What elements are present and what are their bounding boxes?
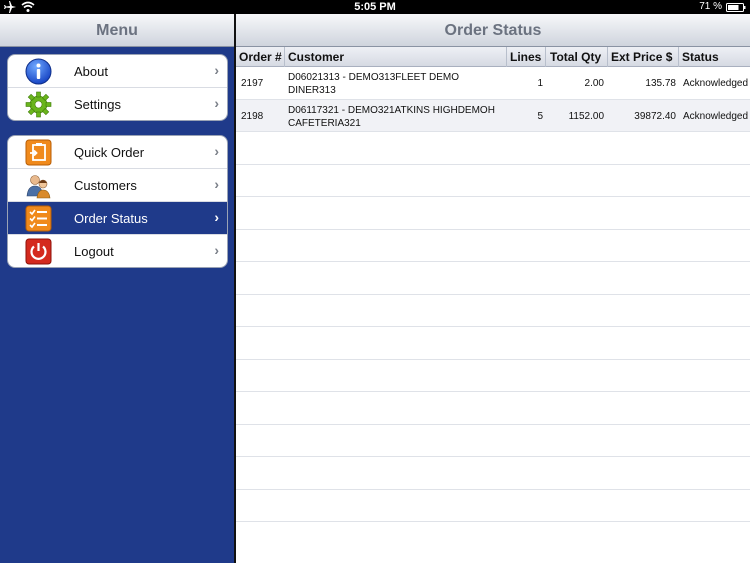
empty-row	[236, 457, 750, 490]
table-row[interactable]: 2198 D06117321 - DEMO321ATKINS HIGHDEMOH…	[236, 99, 750, 132]
empty-row	[236, 327, 750, 360]
chevron-right-icon: ›	[214, 143, 219, 159]
table-row[interactable]: 2197 D06021313 - DEMO313FLEET DEMO DINER…	[236, 67, 750, 100]
cell-customer: D06021313 - DEMO313FLEET DEMO DINER313	[288, 72, 460, 96]
menu-item-label: Order Status	[74, 211, 148, 226]
chevron-right-icon: ›	[214, 176, 219, 192]
column-header-customer[interactable]: Customer	[288, 50, 344, 64]
menu-title: Menu	[0, 14, 234, 47]
menu-item-quick-order[interactable]: Quick Order ›	[8, 136, 227, 169]
empty-row	[236, 262, 750, 295]
battery-icon	[726, 3, 746, 12]
page-title: Order Status	[236, 14, 750, 47]
cell-order-number: 2198	[241, 110, 264, 122]
column-header-order[interactable]: Order #	[239, 50, 282, 64]
menu-item-customers[interactable]: Customers ›	[8, 169, 227, 202]
cell-customer: D06117321 - DEMO321ATKINS HIGHDEMOH CAFE…	[288, 104, 495, 129]
menu-item-label: About	[74, 64, 108, 79]
column-header-lines[interactable]: Lines	[510, 50, 541, 64]
cell-lines: 1	[537, 78, 543, 89]
chevron-right-icon: ›	[214, 95, 219, 111]
menu-item-logout[interactable]: Logout ›	[8, 235, 227, 267]
menu-item-about[interactable]: About ›	[8, 55, 227, 88]
empty-row	[236, 197, 750, 230]
column-header-ext-price[interactable]: Ext Price $	[611, 50, 672, 64]
cell-status: Acknowledged	[683, 78, 749, 89]
column-separator	[607, 47, 608, 67]
cell-total-qty: 1152.00	[568, 110, 604, 122]
cell-ext-price: 39872.40	[634, 110, 676, 122]
info-icon	[25, 58, 52, 85]
empty-row	[236, 360, 750, 392]
order-status-panel: Order Status Order # Customer Lines Tota…	[236, 14, 750, 563]
gear-icon	[25, 91, 52, 118]
cell-lines: 5	[537, 110, 543, 122]
empty-row	[236, 230, 750, 262]
chevron-right-icon: ›	[214, 242, 219, 258]
menu-item-label: Settings	[74, 97, 121, 112]
empty-row	[236, 392, 750, 425]
power-icon	[25, 238, 52, 265]
status-time: 5:05 PM	[354, 1, 396, 13]
empty-row	[236, 165, 750, 197]
column-header-total-qty[interactable]: Total Qty	[550, 50, 601, 64]
battery-percent: 71 %	[699, 1, 722, 12]
empty-row	[236, 425, 750, 457]
column-header-status[interactable]: Status	[682, 50, 719, 64]
chevron-right-icon: ›	[214, 209, 219, 225]
menu-group-orders: Quick Order › Customers › Order Status ›…	[7, 135, 228, 268]
menu-item-settings[interactable]: Settings ›	[8, 88, 227, 120]
menu-item-label: Quick Order	[74, 145, 145, 160]
cell-order-number: 2197	[241, 78, 264, 89]
empty-row	[236, 295, 750, 327]
cell-ext-price: 135.78	[645, 78, 676, 89]
empty-row	[236, 490, 750, 522]
cell-status: Acknowledged	[683, 110, 749, 122]
column-separator	[678, 47, 679, 67]
quick-order-icon	[25, 139, 52, 166]
order-table-body: 2197 D06021313 - DEMO313FLEET DEMO DINER…	[236, 67, 750, 522]
menu-panel: Menu About › Settings › Quick Order › Cu…	[0, 14, 234, 563]
menu-group-general: About › Settings ›	[7, 54, 228, 121]
chevron-right-icon: ›	[214, 62, 219, 78]
column-separator	[506, 47, 507, 67]
menu-item-label: Customers	[74, 178, 137, 193]
status-bar: 5:05 PM 71 %	[0, 0, 750, 14]
checklist-icon	[25, 205, 52, 232]
cell-total-qty: 2.00	[584, 78, 604, 89]
column-separator	[545, 47, 546, 67]
table-header: Order # Customer Lines Total Qty Ext Pri…	[236, 47, 750, 67]
column-separator	[284, 47, 285, 67]
menu-item-order-status[interactable]: Order Status ›	[8, 202, 227, 235]
menu-item-label: Logout	[74, 244, 114, 259]
customers-icon	[26, 175, 51, 199]
empty-row	[236, 132, 750, 165]
